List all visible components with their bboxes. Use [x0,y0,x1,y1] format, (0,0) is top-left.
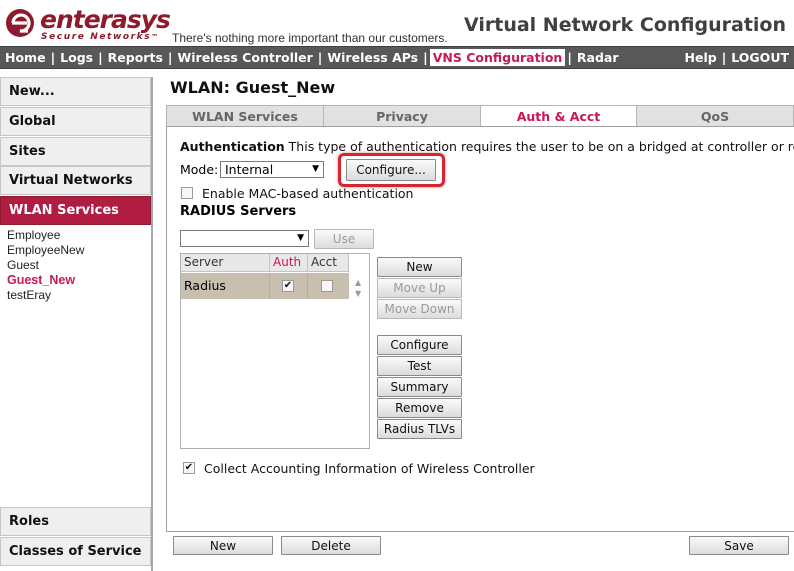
delete-wlan-button[interactable]: Delete [281,536,381,555]
new-radius-button[interactable]: New [377,257,462,277]
mode-label: Mode: [180,162,219,177]
page-title: WLAN: Guest_New [170,78,336,97]
top-nav-bar: Home | Logs | Reports | Wireless Control… [0,46,794,69]
nav-wireless-controller[interactable]: Wireless Controller [174,50,315,65]
app-header: enterasys Secure Networks™ There's nothi… [0,0,794,46]
checkmark-icon: ✔ [184,462,194,473]
mode-select-value: Internal [225,162,274,177]
use-button[interactable]: Use [314,229,374,249]
wlan-list-item-guest[interactable]: Guest [7,258,147,273]
page-heading: Virtual Network Configuration [463,14,786,36]
radius-servers-table: Server Auth Acct Radius ✔ ▲ ▼ [180,253,370,449]
nav-logout[interactable]: LOGOUT [728,50,792,65]
dropdown-arrow-icon: ▼ [312,164,319,174]
wlan-list-item-guest-new[interactable]: Guest_New [7,273,147,288]
auth-cell: ✔ [270,273,308,299]
mac-auth-checkbox[interactable] [181,187,193,199]
sidebar-roles-button[interactable]: Roles [0,507,151,536]
configure-radius-button[interactable]: Configure [377,335,462,355]
authentication-description: Authentication This type of authenticati… [180,139,794,155]
wlan-list-item-employeenew[interactable]: EmployeeNew [7,243,147,258]
wlan-list-item-employee[interactable]: Employee [7,228,147,243]
radius-servers-title: RADIUS Servers [180,204,297,219]
acct-cell [308,273,349,299]
sidebar-global-button[interactable]: Global [0,107,151,136]
tab-wlan-services[interactable]: WLAN Services [166,105,324,127]
nav-separator: | [317,50,323,65]
dropdown-arrow-icon: ▼ [297,233,304,243]
nav-home[interactable]: Home [2,50,49,65]
nav-separator: | [423,50,428,65]
move-down-button[interactable]: Move Down [377,299,462,319]
nav-vns-configuration[interactable]: VNS Configuration [429,49,566,66]
brand-name: enterasys [40,5,171,34]
trademark-mark: ™ [151,33,160,41]
tab-auth-acct[interactable]: Auth & Acct [480,105,637,128]
column-header-server: Server [181,254,270,272]
sidebar-sites-button[interactable]: Sites [0,137,151,166]
authentication-heading: Authentication [180,139,285,154]
summary-button[interactable]: Summary [377,377,462,397]
remove-button[interactable]: Remove [377,398,462,418]
scroll-down-arrow-icon[interactable]: ▼ [355,289,361,298]
enterasys-e-logo-icon [6,9,34,37]
configure-highlight-annotation [338,153,445,187]
nav-wireless-aps[interactable]: Wireless APs [324,50,421,65]
wlan-service-list: Employee EmployeeNew Guest Guest_New tes… [7,228,147,303]
nav-reports[interactable]: Reports [105,50,166,65]
mac-auth-label: Enable MAC-based authentication [202,186,414,201]
mode-select[interactable]: Internal ▼ [220,161,324,178]
brand-subtitle: Secure Networks™ [41,32,160,42]
tagline: There's nothing more important than our … [172,31,448,45]
tab-bar: WLAN Services Privacy Auth & Acct QoS [166,105,794,128]
nav-separator: | [567,50,572,65]
column-header-acct: Acct [308,254,349,272]
sidebar-wlan-services-button[interactable]: WLAN Services [0,196,151,225]
sidebar-classes-of-service-button[interactable]: Classes of Service [0,537,151,566]
nav-help[interactable]: Help [682,50,720,65]
move-up-button[interactable]: Move Up [377,278,462,298]
collect-accounting-label: Collect Accounting Information of Wirele… [204,461,535,476]
checkmark-icon: ✔ [283,280,293,291]
nav-separator: | [721,50,727,65]
sidebar-new-button[interactable]: New... [0,77,151,106]
nav-separator: | [167,50,173,65]
auth-checkbox[interactable]: ✔ [282,280,294,292]
tab-qos[interactable]: QoS [636,105,794,127]
radius-server-select[interactable]: ▼ [180,230,309,247]
scroll-up-arrow-icon[interactable]: ▲ [355,278,361,287]
sidebar: New... Global Sites Virtual Networks WLA… [0,77,153,571]
nav-radar[interactable]: Radar [574,50,622,65]
table-row[interactable]: Radius ✔ [181,273,349,299]
radius-tlvs-button[interactable]: Radius TLVs [377,419,462,439]
collect-accounting-checkbox[interactable]: ✔ [183,462,195,474]
new-wlan-button[interactable]: New [173,536,273,555]
acct-checkbox[interactable] [321,280,333,292]
nav-logs[interactable]: Logs [57,50,96,65]
save-button[interactable]: Save [689,536,789,555]
wlan-list-item-testeray[interactable]: testEray [7,288,147,303]
nav-separator: | [98,50,103,65]
column-header-auth: Auth [270,254,308,272]
server-name-cell: Radius [181,273,270,299]
tab-privacy[interactable]: Privacy [323,105,481,127]
nav-separator: | [50,50,56,65]
authentication-description-text: This type of authentication requires the… [284,139,794,154]
test-button[interactable]: Test [377,356,462,376]
sidebar-virtual-networks-button[interactable]: Virtual Networks [0,166,151,195]
